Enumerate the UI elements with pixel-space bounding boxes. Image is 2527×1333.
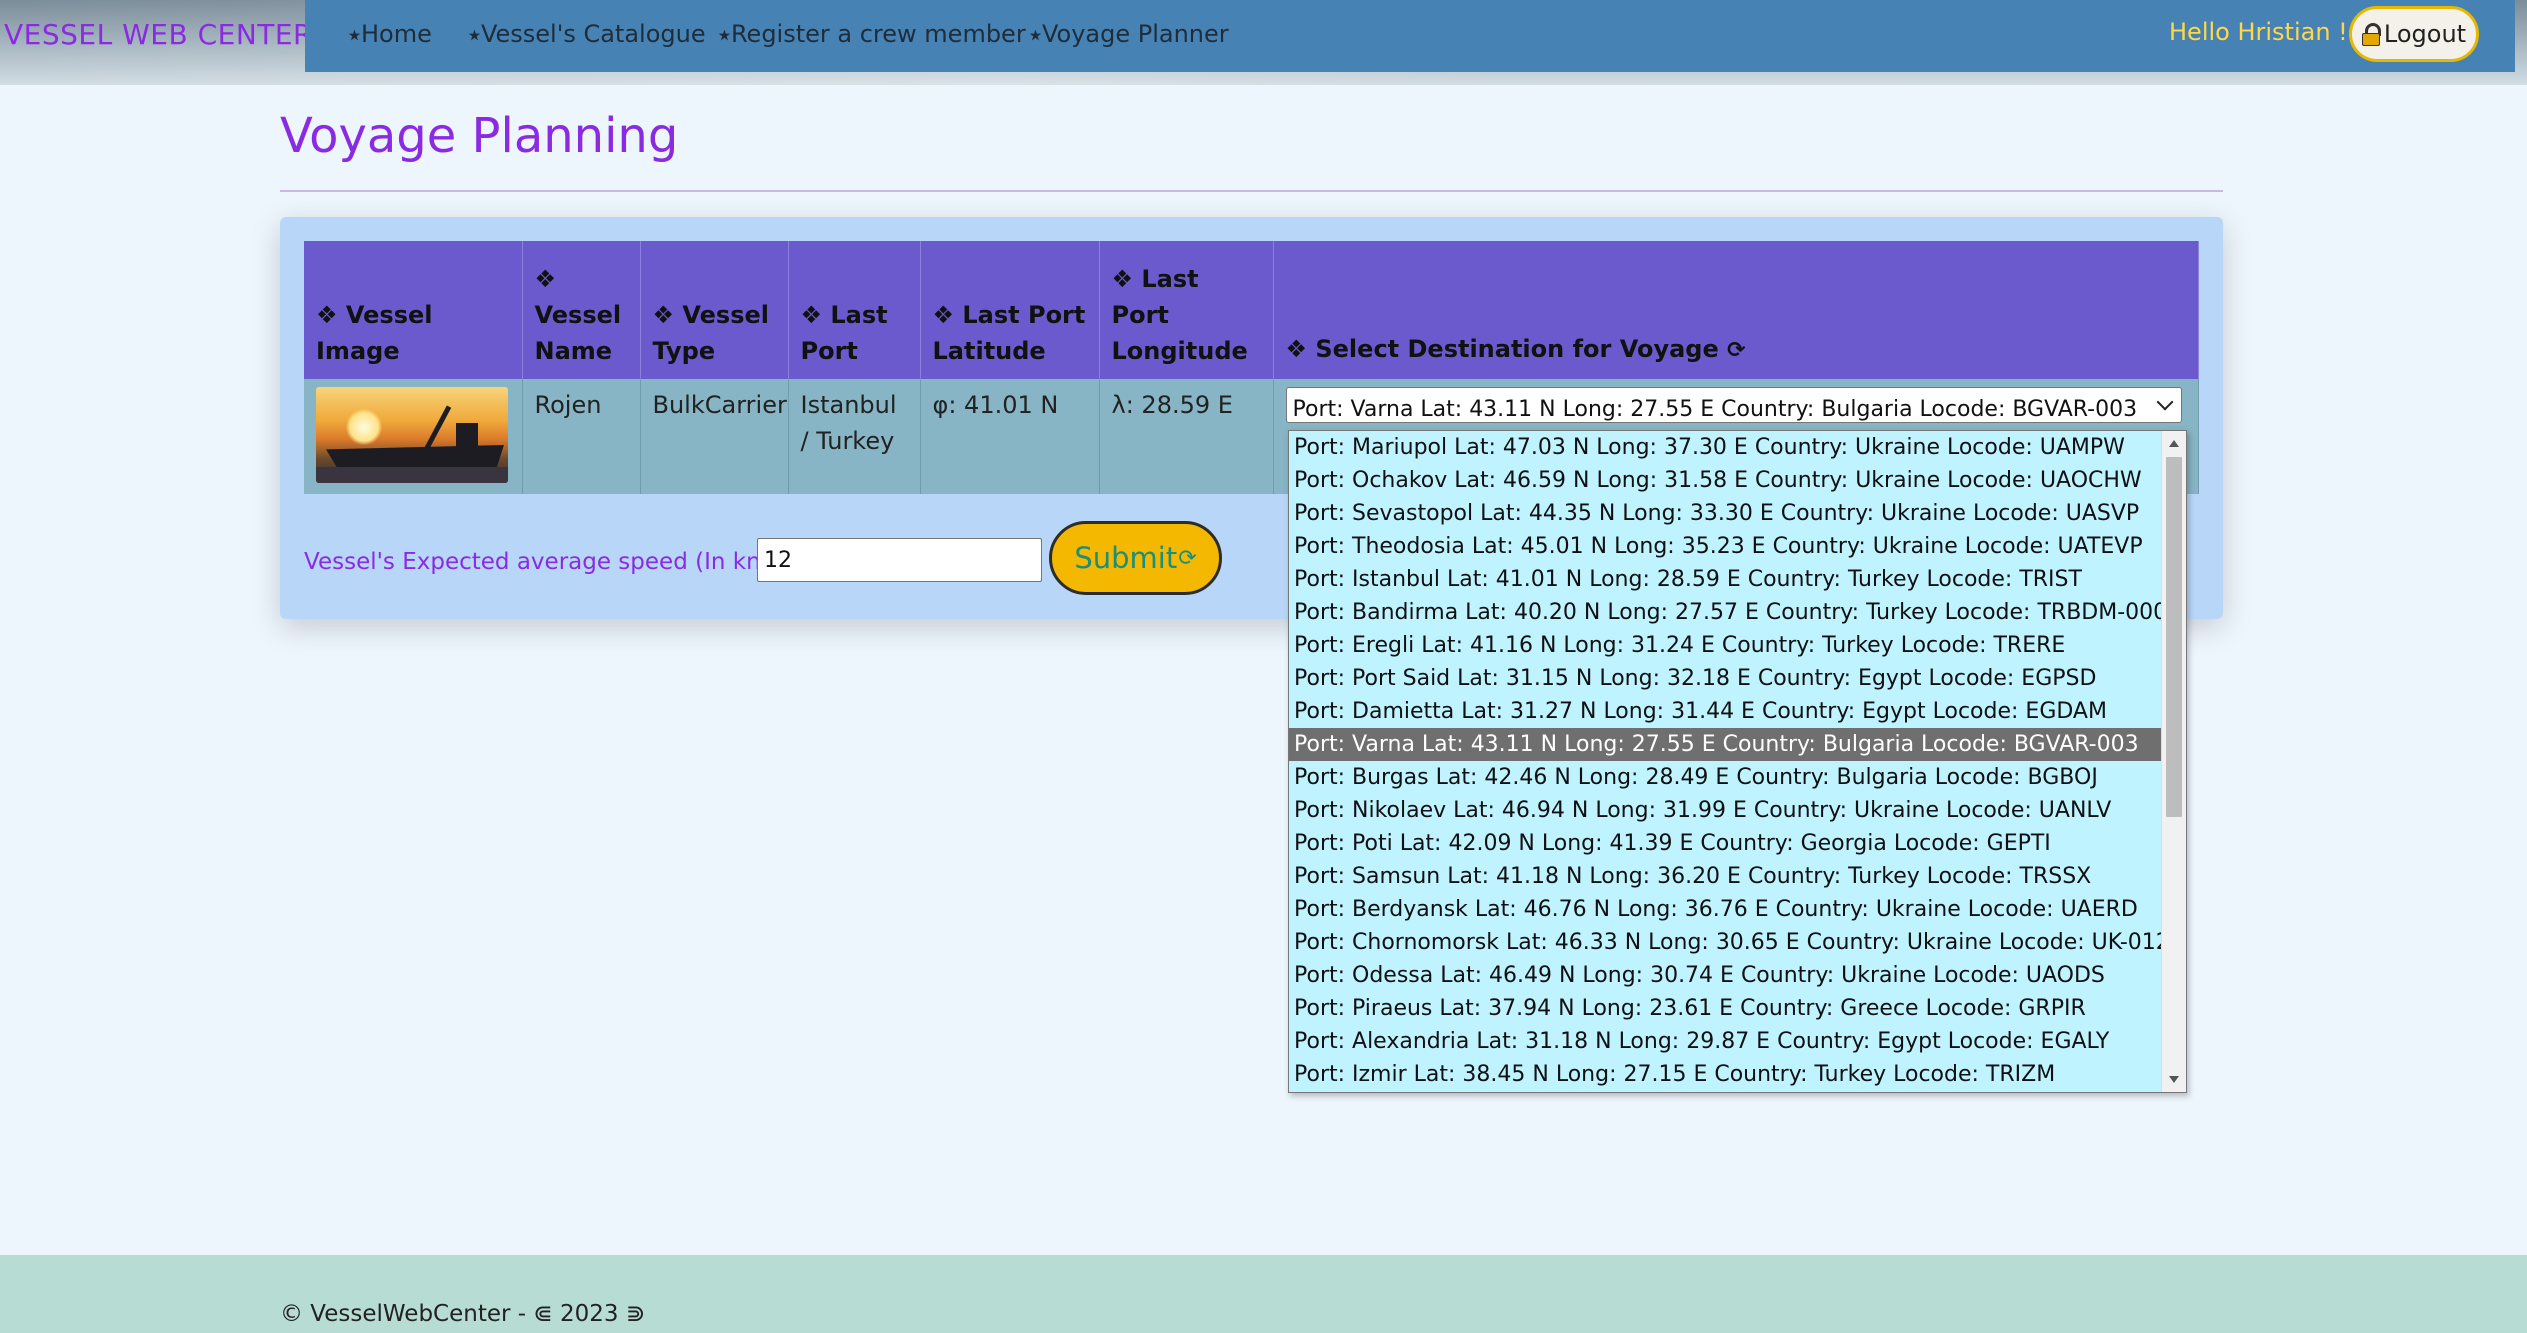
dropdown-option[interactable]: Port: Bandirma Lat: 40.20 N Long: 27.57 … bbox=[1289, 596, 2181, 629]
scroll-up-icon[interactable] bbox=[2169, 440, 2179, 447]
destination-select[interactable]: Port: Varna Lat: 43.11 N Long: 27.55 E C… bbox=[1285, 387, 2182, 423]
destination-dropdown-list[interactable]: Port: Mariupol Lat: 47.03 N Long: 37.30 … bbox=[1288, 430, 2187, 1093]
header-last-port-longitude: ❖ Last Port Longitude bbox=[1099, 241, 1274, 379]
lock-icon bbox=[2361, 23, 2381, 46]
last-port-latitude-cell: φ: 41.01 N bbox=[920, 379, 1100, 494]
dropdown-option[interactable]: Port: Samsun Lat: 41.18 N Long: 36.20 E … bbox=[1289, 860, 2161, 893]
dropdown-scrollbar[interactable] bbox=[2161, 431, 2186, 1092]
brand-logo[interactable]: VESSEL WEB CENTER bbox=[4, 18, 313, 51]
dropdown-option[interactable]: Port: Piraeus Lat: 37.94 N Long: 23.61 E… bbox=[1289, 992, 2161, 1025]
dropdown-option[interactable]: Port: Nikolaev Lat: 46.94 N Long: 31.99 … bbox=[1289, 794, 2161, 827]
dropdown-option[interactable]: Port: Port Said Lat: 31.15 N Long: 32.18… bbox=[1289, 662, 2161, 695]
dropdown-option[interactable]: Port: Eregli Lat: 41.16 N Long: 31.24 E … bbox=[1289, 629, 2161, 662]
chevron-down-icon bbox=[2156, 393, 2173, 411]
nav-vessels-catalogue[interactable]: ⭑Vessel's Catalogue bbox=[468, 20, 706, 48]
header-last-port-latitude: ❖ Last Port Latitude bbox=[920, 241, 1100, 379]
header-select-destination-label: ❖ Select Destination for Voyage bbox=[1285, 335, 1719, 363]
refresh-icon: ⟳ bbox=[1178, 545, 1197, 571]
header-vessel-name: ❖ Vessel Name bbox=[522, 241, 641, 379]
dropdown-option[interactable]: Port: Alexandria Lat: 31.18 N Long: 29.8… bbox=[1289, 1025, 2161, 1058]
logout-button[interactable]: Logout bbox=[2349, 6, 2479, 62]
logout-label: Logout bbox=[2383, 20, 2467, 48]
submit-label: Submit bbox=[1074, 541, 1178, 575]
dropdown-option[interactable]: Port: Ochakov Lat: 46.59 N Long: 31.58 E… bbox=[1289, 464, 2161, 497]
scroll-down-icon[interactable] bbox=[2169, 1076, 2179, 1083]
dropdown-option[interactable]: Port: Burgas Lat: 42.46 N Long: 28.49 E … bbox=[1289, 761, 2161, 794]
vessel-image-cell bbox=[304, 379, 523, 494]
scroll-thumb[interactable] bbox=[2166, 457, 2182, 817]
speed-input[interactable] bbox=[757, 538, 1042, 582]
last-port-cell: Istanbul / Turkey bbox=[788, 379, 921, 494]
speed-label: Vessel's Expected average speed (In knot… bbox=[304, 549, 805, 575]
dropdown-option[interactable]: Port: Theodosia Lat: 45.01 N Long: 35.23… bbox=[1289, 530, 2161, 563]
nav-register-crew[interactable]: ⭑Register a crew member bbox=[718, 20, 1026, 48]
footer: © VesselWebCenter - ⋐ 2023 ⋑ bbox=[0, 1255, 2527, 1333]
title-divider bbox=[280, 190, 2223, 192]
vessel-image bbox=[316, 387, 508, 483]
vessel-type-cell: BulkCarrier bbox=[640, 379, 789, 494]
submit-button[interactable]: Submit ⟳ bbox=[1049, 521, 1222, 595]
dropdown-option[interactable]: Port: Sevastopol Lat: 44.35 N Long: 33.3… bbox=[1289, 497, 2161, 530]
table-header-row: ❖ Vessel Image ❖ Vessel Name ❖ Vessel Ty… bbox=[304, 241, 2199, 379]
dropdown-option[interactable]: Port: Istanbul Lat: 41.01 N Long: 28.59 … bbox=[1289, 563, 2161, 596]
page-title: Voyage Planning bbox=[280, 108, 679, 164]
footer-copyright: © VesselWebCenter - ⋐ 2023 ⋑ bbox=[280, 1301, 646, 1327]
last-port-longitude-cell: λ: 28.59 E bbox=[1099, 379, 1274, 494]
nav-voyage-planner[interactable]: ⭑Voyage Planner bbox=[1029, 20, 1229, 48]
user-greeting: Hello Hristian ! bbox=[2169, 18, 2348, 46]
dropdown-option[interactable]: Port: Poti Lat: 42.09 N Long: 41.39 E Co… bbox=[1289, 827, 2161, 860]
refresh-icon: ⟳ bbox=[1727, 338, 1746, 363]
nav-home[interactable]: ⭑Home bbox=[348, 20, 432, 48]
header-select-destination: ❖ Select Destination for Voyage ⟳ bbox=[1273, 241, 2199, 379]
dropdown-option[interactable]: Port: Damietta Lat: 31.27 N Long: 31.44 … bbox=[1289, 695, 2161, 728]
top-bar: VESSEL WEB CENTER ⭑Home ⭑Vessel's Catalo… bbox=[0, 0, 2527, 85]
header-last-port: ❖ Last Port bbox=[788, 241, 921, 379]
header-vessel-type: ❖ Vessel Type bbox=[640, 241, 789, 379]
dropdown-option[interactable]: Port: Chornomorsk Lat: 46.33 N Long: 30.… bbox=[1289, 926, 2184, 959]
dropdown-option[interactable]: Port: Odessa Lat: 46.49 N Long: 30.74 E … bbox=[1289, 959, 2161, 992]
dropdown-option[interactable]: Port: Mariupol Lat: 47.03 N Long: 37.30 … bbox=[1289, 431, 2161, 464]
dropdown-option[interactable]: Port: Varna Lat: 43.11 N Long: 27.55 E C… bbox=[1289, 728, 2161, 761]
vessel-name-cell: Rojen bbox=[522, 379, 641, 494]
destination-select-value: Port: Varna Lat: 43.11 N Long: 27.55 E C… bbox=[1292, 397, 2138, 422]
dropdown-option[interactable]: Port: Izmir Lat: 38.45 N Long: 27.15 E C… bbox=[1289, 1058, 2161, 1091]
dropdown-options: Port: Mariupol Lat: 47.03 N Long: 37.30 … bbox=[1289, 431, 2186, 1091]
header-vessel-image: ❖ Vessel Image bbox=[304, 241, 523, 379]
dropdown-option[interactable]: Port: Berdyansk Lat: 46.76 N Long: 36.76… bbox=[1289, 893, 2161, 926]
